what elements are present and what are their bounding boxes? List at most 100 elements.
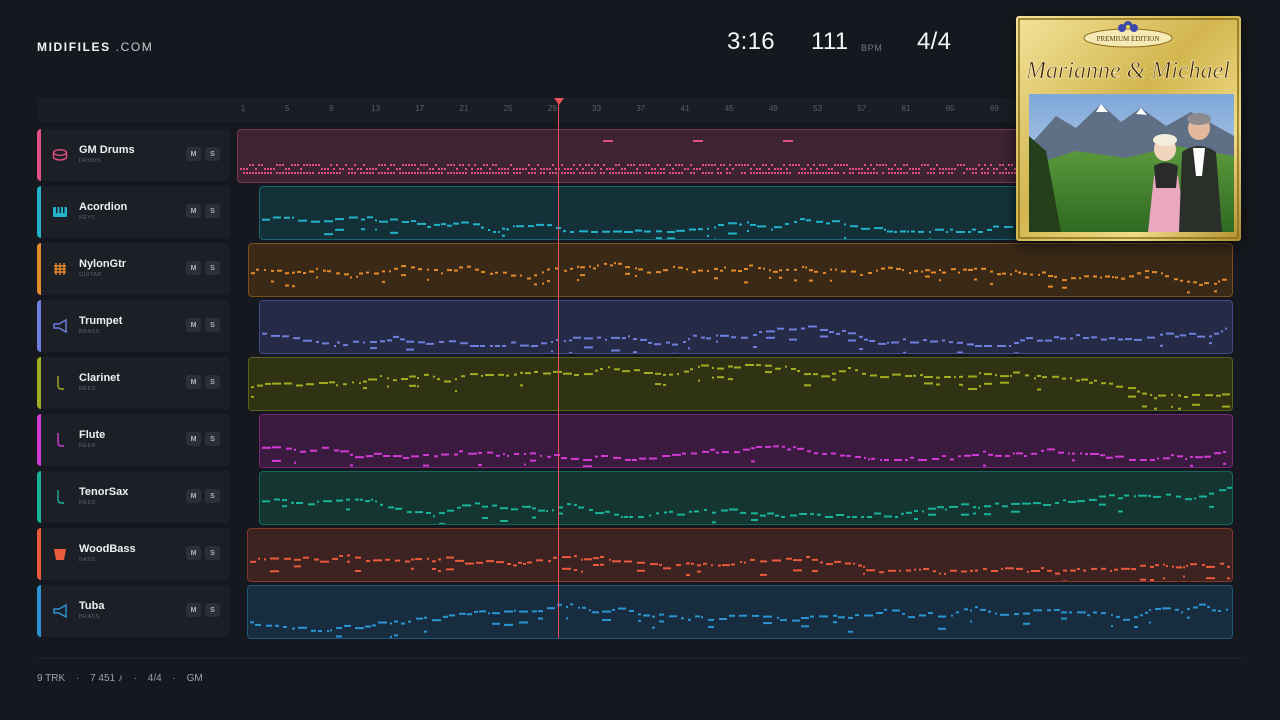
cover-title: Marianne & Michael (1025, 58, 1230, 84)
footer-separator: · (133, 673, 138, 684)
trumpet-icon (52, 318, 68, 334)
track-lane[interactable] (259, 471, 1233, 525)
mute-button[interactable]: M (186, 546, 201, 560)
solo-button[interactable]: S (205, 318, 220, 332)
ruler-tick-label: 9 (329, 104, 334, 113)
footer-separator: · (172, 673, 176, 684)
mute-button[interactable]: M (186, 318, 201, 332)
mute-button[interactable]: M (186, 489, 201, 503)
album-cover: PREMIUM EDITION Marianne & Michael (1016, 16, 1241, 241)
bpm-display: 111 (811, 28, 849, 55)
ruler-tick-label: 13 (371, 104, 381, 113)
track-color-bar (37, 585, 41, 637)
ruler-tick-label: 21 (459, 104, 469, 113)
track-lane[interactable] (248, 243, 1233, 297)
mute-button[interactable]: M (186, 147, 201, 161)
track-category: REED (79, 443, 96, 449)
footer-stats: 9 TRK · 7 451 ♪ · 4/4 · GM (37, 673, 203, 684)
bpm-unit: BPM (861, 43, 883, 53)
track-category: BRASS (79, 614, 100, 620)
ruler-tick-label: 49 (768, 104, 778, 113)
track-header[interactable]: Tuba BRASS M S (37, 585, 230, 637)
mute-button[interactable]: M (186, 375, 201, 389)
keys-icon (52, 204, 68, 220)
track-header[interactable]: TenorSax REED M S (37, 471, 230, 523)
track-lane[interactable] (247, 528, 1233, 582)
track-color-bar (37, 243, 41, 295)
midi-notes (262, 325, 1227, 353)
ruler-tick-label: 53 (813, 104, 823, 113)
midi-notes (262, 486, 1232, 524)
solo-button[interactable]: S (205, 603, 220, 617)
track-lane[interactable] (259, 414, 1233, 468)
footer-separator: · (75, 673, 80, 684)
mute-button[interactable]: M (186, 204, 201, 218)
track-header[interactable]: WoodBass BASS M S (37, 528, 230, 580)
time-display: 3:16 (727, 28, 775, 55)
midi-notes (262, 445, 1226, 467)
tuba-icon (52, 603, 68, 619)
playhead-marker-icon[interactable] (554, 98, 564, 105)
track-lane[interactable] (248, 357, 1233, 411)
track-name: Trumpet (79, 315, 123, 327)
mute-button[interactable]: M (186, 432, 201, 446)
bass-icon (52, 546, 68, 562)
track-name: GM Drums (79, 144, 135, 156)
track-name: TenorSax (79, 486, 129, 498)
solo-button[interactable]: S (205, 375, 220, 389)
track-header[interactable]: Clarinet REED M S (37, 357, 230, 409)
track-header[interactable]: Trumpet BRASS M S (37, 300, 230, 352)
meter-display: 4/4 (917, 28, 952, 55)
track-name: Acordion (79, 201, 128, 213)
solo-button[interactable]: S (205, 261, 220, 275)
track-name: Flute (79, 429, 106, 441)
solo-button[interactable]: S (205, 147, 220, 161)
track-color-bar (37, 414, 41, 466)
mute-button[interactable]: M (186, 603, 201, 617)
track-category: BASS (79, 557, 96, 563)
ruler-tick-label: 29 (547, 104, 557, 113)
track-color-bar (37, 471, 41, 523)
midi-notes (251, 262, 1227, 294)
track-lane[interactable] (247, 585, 1233, 639)
guitar-icon (52, 261, 68, 277)
brand-name: MIDIFILES (37, 40, 111, 54)
playhead[interactable] (558, 100, 559, 638)
track-header[interactable]: Flute REED M S (37, 414, 230, 466)
track-category: REED (79, 500, 96, 506)
footer-track-count: 9 TRK (37, 673, 66, 684)
track-category: DRUMS (79, 158, 102, 164)
track-header[interactable]: NylonGtr GUITAR M S (37, 243, 230, 295)
ruler-tick-label: 37 (636, 104, 646, 113)
track-color-bar (37, 300, 41, 352)
track-category: REED (79, 386, 96, 392)
track-name: WoodBass (79, 543, 136, 555)
drum-icon (52, 147, 68, 163)
ruler-tick-label: 61 (901, 104, 911, 113)
ruler-tick-label: 65 (945, 104, 955, 113)
clarinet-icon (52, 375, 68, 391)
flute-icon (52, 432, 68, 448)
ruler-tick-label: 1 (240, 104, 246, 113)
sax-icon (52, 489, 68, 505)
solo-button[interactable]: S (205, 432, 220, 446)
track-lane[interactable] (259, 300, 1233, 354)
ruler-tick-label: 5 (284, 104, 290, 113)
ruler-tick-label: 41 (680, 104, 690, 113)
ruler-tick-label: 25 (503, 104, 513, 113)
ruler-tick-label: 45 (724, 104, 734, 113)
track-name: Tuba (79, 600, 105, 612)
ruler-tick-label: 17 (415, 104, 425, 113)
track-header[interactable]: GM Drums DRUMS M S (37, 129, 230, 181)
mute-button[interactable]: M (186, 261, 201, 275)
cover-edition: PREMIUM EDITION (1097, 35, 1160, 43)
ruler-tick-label: 33 (592, 104, 602, 113)
track-header[interactable]: Acordion KEYS M S (37, 186, 230, 238)
midi-notes (250, 554, 1230, 581)
solo-button[interactable]: S (205, 546, 220, 560)
track-color-bar (37, 129, 41, 181)
solo-button[interactable]: S (205, 204, 220, 218)
solo-button[interactable]: S (205, 489, 220, 503)
track-color-bar (37, 186, 41, 238)
brand-logo: MIDIFILES .COM (37, 40, 153, 54)
